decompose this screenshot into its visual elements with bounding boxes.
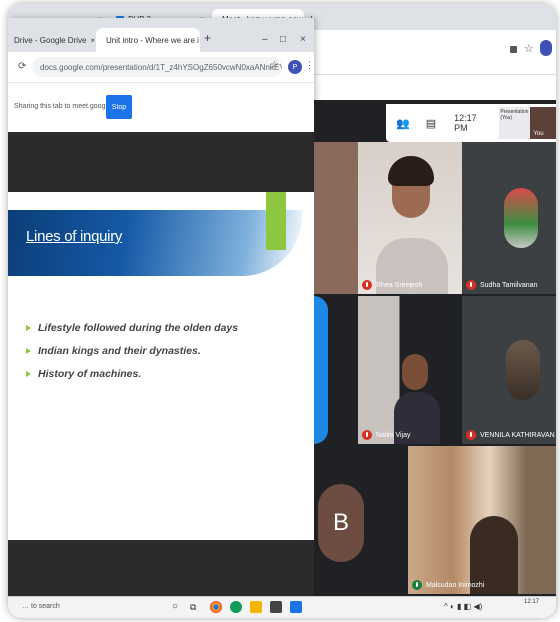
participant-hair <box>388 156 434 186</box>
participant-name: Nalini Vijay <box>362 430 411 440</box>
slide-title: Lines of inquiry <box>26 228 123 245</box>
self-view-tile[interactable]: Presentation (You) <box>499 107 531 139</box>
stop-sharing-button[interactable]: Stop <box>106 95 132 119</box>
tray-clock[interactable]: 12:17 <box>524 599 539 605</box>
self-label: Presentation (You) <box>500 109 529 121</box>
list-item: Lifestyle followed during the olden days <box>26 316 238 339</box>
tab-drive[interactable]: Drive - Google Drive × <box>8 28 94 52</box>
name-label: Rhea Sreejesh <box>376 281 423 289</box>
bullet-text: Indian kings and their dynasties. <box>38 344 201 357</box>
chat-icon[interactable]: ▤ <box>426 117 436 130</box>
people-icon[interactable]: 👥 <box>396 117 410 130</box>
meet-top-bar: 👥 ▤ 12:17 PM Presentation (You) You <box>386 104 556 142</box>
edge-icon[interactable] <box>230 601 242 613</box>
video-tile[interactable]: Sudha Tamilvanan <box>462 142 556 294</box>
bullet-arrow-icon <box>26 324 31 331</box>
close-icon[interactable]: × <box>90 36 94 45</box>
task-view-icon[interactable]: ⧉ <box>190 602 196 613</box>
bullet-arrow-icon <box>26 370 31 377</box>
bullet-text: Lifestyle followed during the olden days <box>38 321 239 334</box>
participant-name: VENNILA KATHIRAVAN <box>466 430 555 440</box>
url-input[interactable]: docs.google.com/presentation/d/1T_z4hYSO… <box>32 57 282 77</box>
tab-title: Unit intro - Where we are i <box>106 35 199 45</box>
participant-face <box>402 354 428 390</box>
mail-icon[interactable] <box>290 601 302 613</box>
mic-off-icon <box>412 580 422 590</box>
new-tab-button[interactable]: + <box>204 31 211 45</box>
file-explorer-icon[interactable] <box>250 601 262 613</box>
address-row: ⟳ docs.google.com/presentation/d/1T_z4hY… <box>8 52 314 82</box>
profile-avatar[interactable] <box>540 40 552 56</box>
participant-name: Sudha Tamilvanan <box>466 280 537 290</box>
taskbar-search[interactable]: … to search <box>22 603 60 610</box>
sharing-bar: Sharing this tab to meet.google.com Stop <box>8 82 314 133</box>
video-tile-partial[interactable] <box>314 296 328 444</box>
accent-bar <box>266 192 286 250</box>
screenshot-frame: … × PHP 3 × Meet - kozy-yump-aew × + ☆ D… <box>8 4 556 618</box>
bullet-list: Lifestyle followed during the olden days… <box>26 316 238 385</box>
mic-off-icon <box>362 430 372 440</box>
system-tray-icons[interactable]: ^ ◐ ▮ ◧ ◀) <box>444 602 482 611</box>
star-icon[interactable]: ☆ <box>524 42 534 55</box>
tab-title: Drive - Google Drive <box>14 35 87 45</box>
mic-off-icon <box>466 280 476 290</box>
menu-icon[interactable]: ⋮ <box>305 60 314 71</box>
you-label: You <box>533 131 544 137</box>
slide-canvas: Lines of inquiry Lifestyle followed duri… <box>8 192 314 540</box>
video-tile[interactable]: Malsudan Inimozhi <box>408 446 556 594</box>
video-tile[interactable]: VENNILA KATHIRAVAN <box>462 296 556 444</box>
chrome-icon[interactable] <box>210 601 222 613</box>
star-icon[interactable]: ☆ <box>270 60 279 71</box>
slides-window: Drive - Google Drive × Unit intro - Wher… <box>8 18 314 604</box>
profile-avatar[interactable]: P <box>288 60 302 74</box>
mic-off-icon <box>466 430 476 440</box>
video-tile[interactable]: Rhea Sreejesh <box>358 142 462 294</box>
you-tile[interactable]: You <box>530 107 556 139</box>
bullet-text: History of machines. <box>38 367 142 380</box>
mic-off-icon <box>362 280 372 290</box>
participant-avatar <box>504 188 538 248</box>
close-window-button[interactable]: × <box>300 34 306 45</box>
reload-icon[interactable]: ⟳ <box>18 61 26 72</box>
avatar-letter: B <box>332 509 349 536</box>
video-tile-partial[interactable] <box>314 142 358 294</box>
minimize-button[interactable]: – <box>262 34 268 45</box>
participant-name: Malsudan Inimozhi <box>412 580 484 590</box>
list-item: Indian kings and their dynasties. <box>26 339 238 362</box>
video-tile[interactable]: Nalini Vijay <box>358 296 462 444</box>
list-item: History of machines. <box>26 362 238 385</box>
tab-slides[interactable]: Unit intro - Where we are i × <box>96 28 200 52</box>
profile-initial: P <box>292 63 298 71</box>
name-label: Sudha Tamilvanan <box>480 281 538 289</box>
name-label: VENNILA KATHIRAVAN <box>480 431 555 439</box>
store-icon[interactable] <box>270 601 282 613</box>
participant-name: Rhea Sreejesh <box>362 280 422 290</box>
search-circle-icon[interactable]: ○ <box>172 601 178 612</box>
slide-viewport: Lines of inquiry Lifestyle followed duri… <box>8 132 314 604</box>
bullet-arrow-icon <box>26 347 31 354</box>
participant-avatar-letter[interactable]: B <box>318 484 364 562</box>
front-tab-strip: Drive - Google Drive × Unit intro - Wher… <box>8 18 314 52</box>
windows-taskbar: … to search ○ ⧉ ^ ◐ ▮ ◧ ◀) 12:17 <box>8 596 556 618</box>
name-label: Malsudan Inimozhi <box>426 581 485 589</box>
maximize-button[interactable]: □ <box>280 34 286 45</box>
name-label: Nalini Vijay <box>376 431 411 439</box>
participant-avatar <box>506 340 540 400</box>
meeting-time: 12:17 PM <box>454 113 477 133</box>
url-text: docs.google.com/presentation/d/1T_z4hYSO… <box>40 62 282 72</box>
cast-icon[interactable] <box>510 46 517 53</box>
